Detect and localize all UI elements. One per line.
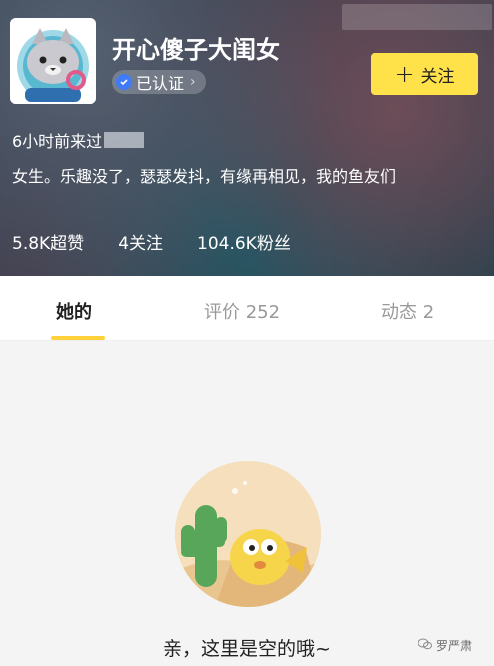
watermark-text: 罗严肃 — [436, 639, 473, 653]
profile-header: 开心傻子大闺女 已认证 › + 关注 6小时前来过 女生。乐趣没了，瑟瑟发抖，有… — [0, 0, 494, 276]
tab-hers[interactable]: 她的 — [56, 298, 92, 324]
plus-icon: + — [394, 60, 415, 88]
stat-likes[interactable]: 5.8K超赞 — [12, 229, 84, 254]
blurred-text — [104, 132, 145, 148]
cactus-fish-icon — [175, 461, 321, 607]
avatar-cat-icon — [10, 18, 96, 104]
stat-fans[interactable]: 104.6K粉丝 — [197, 229, 291, 254]
watermark: 罗严肃 — [417, 637, 473, 654]
profile-bio: 女生。乐趣没了，瑟瑟发抖，有缘再相见，我的鱼友们 — [12, 167, 397, 186]
last-visit-text: 6小时前来过 — [12, 132, 103, 151]
profile-stats: 5.8K超赞 4关注 104.6K粉丝 — [12, 229, 291, 254]
chevron-right-icon: › — [190, 74, 196, 90]
tab-reviews[interactable]: 评价 252 — [204, 298, 280, 324]
blurred-region — [342, 4, 492, 30]
follow-label: 关注 — [420, 66, 455, 87]
avatar[interactable] — [10, 18, 96, 104]
follow-button[interactable]: + 关注 — [371, 53, 478, 95]
last-visit: 6小时前来过 — [12, 128, 145, 152]
profile-name: 开心傻子大闺女 — [112, 36, 280, 64]
certified-badge[interactable]: 已认证 › — [112, 70, 206, 94]
shield-check-icon — [116, 74, 132, 90]
tab-indicator — [51, 336, 105, 340]
stat-following[interactable]: 4关注 — [118, 229, 163, 254]
certified-label: 已认证 — [136, 74, 185, 93]
profile-tabs: 她的 评价 252 动态 2 — [0, 276, 494, 341]
wechat-icon — [417, 638, 432, 653]
tab-posts[interactable]: 动态 2 — [381, 298, 434, 324]
empty-state-illustration — [175, 461, 321, 607]
